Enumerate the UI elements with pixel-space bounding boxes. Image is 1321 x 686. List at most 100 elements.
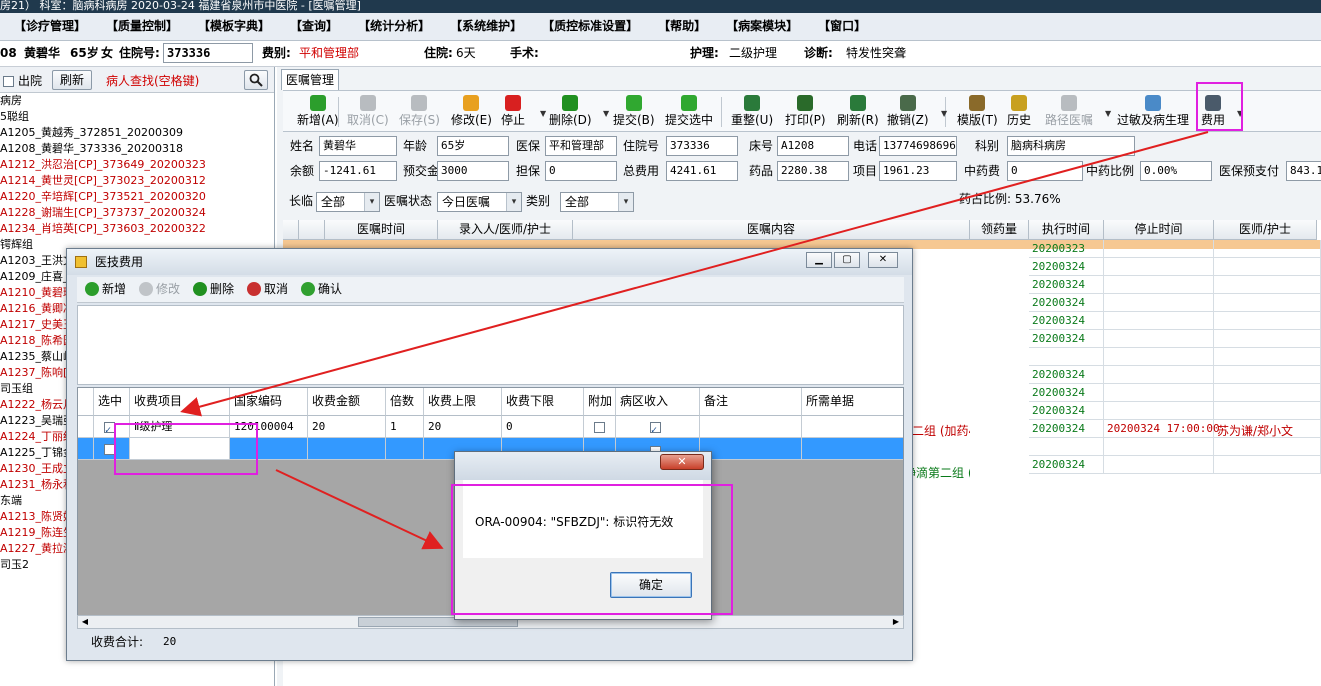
order-status-label: 医嘱状态	[384, 194, 433, 208]
toolbar-button-2[interactable]: 保存(S)	[399, 93, 440, 131]
fee-grid-cell[interactable]	[700, 416, 802, 438]
order-grid-header[interactable]: 停止时间	[1104, 220, 1214, 240]
fee-toolbar-button-1[interactable]: 修改	[139, 281, 180, 297]
fee-grid-header[interactable]: 倍数	[386, 388, 424, 416]
menu-item-2[interactable]: 【模板字典】	[192, 13, 276, 40]
patient-tree-item[interactable]: 5聪组	[0, 109, 274, 125]
info-label: 项目	[853, 164, 878, 178]
fee-grid-cell[interactable]	[78, 438, 94, 460]
category-select[interactable]: 全部	[560, 192, 634, 212]
toolbar-button-15[interactable]: 过敏及病生理	[1117, 93, 1189, 131]
toolbar-button-14[interactable]: 路径医嘱	[1045, 93, 1093, 131]
fee-grid-cell[interactable]	[802, 416, 903, 438]
toolbar-button-10[interactable]: 刷新(R)	[837, 93, 879, 131]
fee-grid-cell[interactable]: 20	[424, 416, 502, 438]
fee-toolbar-button-4[interactable]: 确认	[301, 281, 342, 297]
fee-grid-cell[interactable]	[584, 416, 616, 438]
order-grid-header[interactable]	[283, 220, 299, 240]
toolbar-button-9[interactable]: 打印(P)	[785, 93, 826, 131]
toolbar-button-4[interactable]: 停止	[501, 93, 525, 131]
toolbar-button-3[interactable]: 修改(E)	[451, 93, 492, 131]
patient-tree-item[interactable]: A1228_谢瑞生[CP]_373737_20200324	[0, 205, 274, 221]
exec-time-cell: 20200324	[1029, 456, 1104, 474]
patient-tree-item[interactable]: 病房	[0, 93, 274, 109]
toolbar-label: 打印(P)	[785, 113, 826, 127]
fee-grid-header[interactable]: 附加	[584, 388, 616, 416]
fee-grid-cell[interactable]	[308, 438, 386, 460]
toolbar-button-13[interactable]: 历史	[1007, 93, 1031, 131]
menu-item-0[interactable]: 【诊疗管理】	[8, 13, 92, 40]
maximize-button[interactable]: ▢	[834, 252, 860, 268]
toolbar-button-1[interactable]: 取消(C)	[347, 93, 389, 131]
menu-item-1[interactable]: 【质量控制】	[100, 13, 184, 40]
menu-item-5[interactable]: 【系统维护】	[444, 13, 528, 40]
fee-grid-cell[interactable]: 0	[502, 416, 584, 438]
toolbar-button-8[interactable]: 重整(U)	[731, 93, 773, 131]
menu-item-9[interactable]: 【窗口】	[812, 13, 872, 40]
exec-time-cell: 20200324	[1029, 384, 1104, 402]
fee-grid-header[interactable]: 选中	[94, 388, 130, 416]
patient-tree-item[interactable]: A1212_洪忍治[CP]_373649_20200323	[0, 157, 274, 173]
doctor-cell	[1214, 330, 1321, 348]
fee-dialog-title: 医技费用	[95, 255, 144, 269]
order-grid-header[interactable]: 医嘱时间	[325, 220, 438, 240]
toolbar-button-0[interactable]: 新增(A)	[297, 93, 339, 131]
order-grid-header[interactable]: 录入人/医师/护士	[438, 220, 573, 240]
fee-grid-cell[interactable]: 1	[386, 416, 424, 438]
order-grid-header[interactable]: 医师/护士	[1214, 220, 1317, 240]
menu-item-3[interactable]: 【查询】	[284, 13, 344, 40]
fee-grid-header[interactable]: 所需单据	[802, 388, 903, 416]
fee-toolbar-label: 确认	[318, 282, 343, 296]
menu-item-8[interactable]: 【病案模块】	[720, 13, 804, 40]
patient-tree-item[interactable]: A1205_黄越秀_372851_20200309	[0, 125, 274, 141]
checkbox[interactable]	[650, 420, 661, 437]
menu-item-4[interactable]: 【统计分析】	[352, 13, 436, 40]
fee-grid-header[interactable]: 收费项目	[130, 388, 230, 416]
menu-item-7[interactable]: 【帮助】	[652, 13, 712, 40]
toolbar-label: 取消(C)	[347, 113, 389, 127]
fee-grid-header[interactable]: 收费下限	[502, 388, 584, 416]
order-grid-header[interactable]	[299, 220, 325, 240]
patient-tree-item[interactable]: A1234_肖培英[CP]_373603_20200322	[0, 221, 274, 237]
refresh-button[interactable]: 刷新	[52, 70, 92, 90]
fee-grid-header[interactable]: 国家编码	[230, 388, 308, 416]
fee-grid-cell[interactable]	[802, 438, 903, 460]
search-button[interactable]	[244, 70, 268, 90]
doctor-cell	[1214, 456, 1321, 474]
toolbar-button-7[interactable]: 提交选中	[665, 93, 713, 131]
toolbar-button-11[interactable]: 撤销(Z)	[887, 93, 929, 131]
fee-grid-header[interactable]: 收费金额	[308, 388, 386, 416]
order-status-select[interactable]: 今日医嘱	[437, 192, 522, 212]
patient-name: 黄碧华	[24, 46, 61, 60]
term-select[interactable]: 全部	[316, 192, 380, 212]
fee-grid-header[interactable]: 收费上限	[424, 388, 502, 416]
fee-grid-header[interactable]	[78, 388, 94, 416]
order-grid-header[interactable]: 医嘱内容	[573, 220, 970, 240]
order-grid-header[interactable]: 执行时间	[1029, 220, 1104, 240]
refresh-icon	[849, 95, 866, 111]
error-close-button[interactable]: ✕	[660, 454, 704, 470]
close-button[interactable]: ✕	[868, 252, 898, 268]
toolbar-button-6[interactable]: 提交(B)	[613, 93, 655, 131]
patient-search-hint[interactable]: 病人查找(空格键)	[106, 72, 199, 89]
discharge-checkbox[interactable]	[3, 76, 14, 87]
fee-grid-cell[interactable]: 20	[308, 416, 386, 438]
toolbar-button-12[interactable]: 模版(T)	[957, 93, 998, 131]
fee-toolbar-button-0[interactable]: 新增	[85, 281, 126, 297]
fee-grid-cell[interactable]	[386, 438, 424, 460]
patient-tree-item[interactable]: A1214_黄世灵[CP]_373023_20200312	[0, 173, 274, 189]
patient-tree-item[interactable]: A1208_黄碧华_373336_20200318	[0, 141, 274, 157]
tab-order-management[interactable]: 医嘱管理	[281, 69, 339, 90]
fee-grid-cell[interactable]	[700, 438, 802, 460]
fee-grid-cell[interactable]	[616, 416, 700, 438]
fee-grid-header[interactable]: 备注	[700, 388, 802, 416]
checkbox[interactable]	[594, 421, 605, 433]
minimize-button[interactable]: ▁	[806, 252, 832, 268]
toolbar-button-5[interactable]: 删除(D)	[549, 93, 592, 131]
fee-toolbar-button-2[interactable]: 删除	[193, 281, 234, 297]
fee-grid-header[interactable]: 病区收入	[616, 388, 700, 416]
fee-toolbar-button-3[interactable]: 取消	[247, 281, 288, 297]
patient-tree-item[interactable]: A1220_辛培辉[CP]_373521_20200320	[0, 189, 274, 205]
menu-item-6[interactable]: 【质控标准设置】	[536, 13, 644, 40]
order-grid-header[interactable]: 领药量	[970, 220, 1029, 240]
